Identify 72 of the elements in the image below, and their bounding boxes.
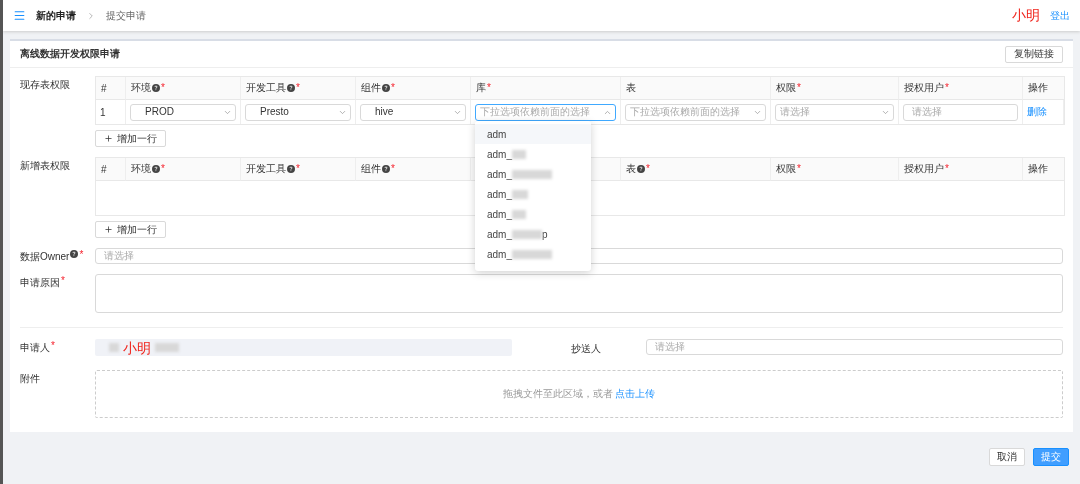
- plus-icon: [104, 134, 113, 143]
- help-icon[interactable]: [152, 84, 160, 92]
- column-title: 授权用户: [904, 162, 944, 176]
- required-mark: *: [391, 83, 395, 93]
- column-title: 开发工具: [246, 81, 286, 95]
- plus-icon: [104, 225, 113, 234]
- column-title: 环境: [131, 162, 151, 176]
- field-label: 申请原因: [20, 276, 60, 290]
- chevron-right-icon: [86, 10, 96, 21]
- breadcrumb-item[interactable]: 新的申请: [36, 8, 76, 23]
- column-title: 授权用户: [904, 81, 944, 95]
- field-label: 附件: [20, 372, 41, 386]
- help-icon[interactable]: [287, 84, 295, 92]
- required-mark: *: [945, 164, 949, 174]
- required-mark: *: [945, 83, 949, 93]
- column-title: 组件: [361, 162, 381, 176]
- column-title: 表: [626, 81, 636, 95]
- required-mark: *: [296, 83, 300, 93]
- row-number: 1: [100, 106, 106, 118]
- column-title: 环境: [131, 81, 151, 95]
- copy-link-button[interactable]: 复制链接: [1005, 45, 1063, 63]
- column-title: #: [101, 82, 107, 94]
- column-title: 库: [476, 81, 486, 95]
- column-title: 开发工具: [246, 162, 286, 176]
- breadcrumb-item[interactable]: 提交申请: [106, 8, 146, 23]
- required-mark: *: [161, 164, 165, 174]
- select-field[interactable]: hive: [360, 103, 466, 121]
- help-icon[interactable]: [70, 250, 79, 258]
- required-mark: *: [391, 164, 395, 174]
- required-mark: *: [797, 164, 801, 174]
- field-label: 数据Owner: [20, 250, 70, 264]
- required-mark: *: [61, 276, 65, 286]
- dropdown-option[interactable]: adm_: [475, 244, 591, 264]
- select-field[interactable]: PROD: [130, 103, 236, 121]
- menu-icon[interactable]: [13, 9, 26, 22]
- field-label: 现存表权限: [20, 78, 71, 92]
- dropdown-option[interactable]: adm_: [475, 184, 591, 204]
- column-title: 权限: [776, 162, 796, 176]
- required-mark: *: [487, 83, 491, 93]
- required-mark: *: [797, 83, 801, 93]
- column-title: 表: [626, 162, 636, 176]
- help-icon[interactable]: [287, 165, 295, 173]
- help-icon[interactable]: [637, 165, 645, 173]
- dropdown-option[interactable]: adm_ p: [475, 224, 591, 244]
- help-icon[interactable]: [382, 165, 390, 173]
- field-label: 抄送人: [571, 342, 603, 356]
- field-label: 新增表权限: [20, 159, 71, 173]
- dropdown-option[interactable]: adm: [475, 124, 591, 144]
- help-icon[interactable]: [382, 84, 390, 92]
- dropdown-option[interactable]: adm_: [475, 144, 591, 164]
- dropdown-option[interactable]: adm_: [475, 204, 591, 224]
- field-label: 申请人: [20, 341, 50, 355]
- column-title: 权限: [776, 81, 796, 95]
- required-mark: *: [51, 341, 55, 351]
- required-mark: *: [646, 164, 650, 174]
- upload-hint: 拖拽文件至此区域，或者 点击上传: [502, 387, 656, 401]
- column-title: #: [101, 163, 107, 175]
- add-row-button[interactable]: 增加一行: [95, 130, 166, 147]
- help-icon[interactable]: [152, 165, 160, 173]
- dropdown-option[interactable]: adm_: [475, 164, 591, 184]
- add-row-button[interactable]: 增加一行: [95, 221, 166, 238]
- column-title: 组件: [361, 81, 381, 95]
- required-mark: *: [296, 164, 300, 174]
- applicant-field: 小明: [95, 339, 513, 356]
- select-field[interactable]: Presto: [245, 103, 351, 121]
- column-title: 操作: [1028, 162, 1048, 176]
- required-mark: *: [79, 250, 84, 260]
- required-mark: *: [161, 83, 165, 93]
- card-title: 离线数据开发权限申请: [20, 47, 120, 61]
- column-title: 操作: [1028, 81, 1048, 95]
- user-name: 小明: [1012, 6, 1040, 25]
- cancel-button[interactable]: 取消: [989, 448, 1025, 466]
